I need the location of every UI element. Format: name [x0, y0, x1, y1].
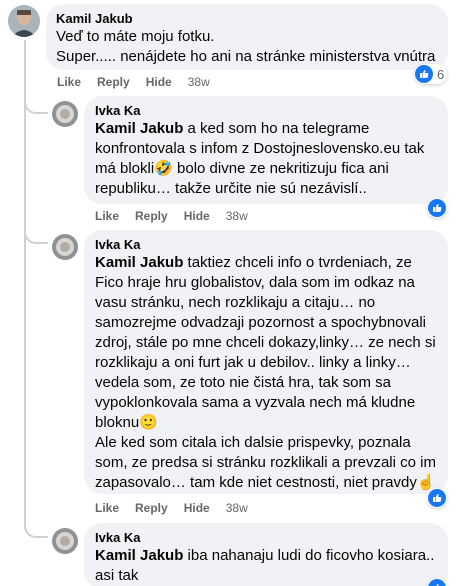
avatar[interactable] — [52, 234, 78, 260]
comment-actions: Like Reply Hide 38w — [95, 501, 264, 515]
like-button[interactable]: Like — [95, 501, 119, 515]
comment-actions: Like Reply Hide 38w — [95, 209, 264, 223]
comment-text: Kamil Jakub a ked som ho na telegrame ko… — [95, 120, 429, 197]
comment-bubble: Ivka Ka Kamil Jakub a ked som ho na tele… — [84, 96, 448, 204]
mention-link[interactable]: Kamil Jakub — [95, 547, 183, 564]
comment-actions: Like Reply Hide 38w — [57, 75, 226, 89]
thread-line — [24, 40, 26, 520]
comment-text: Veď to máte moju fotku. — [56, 28, 215, 45]
like-reaction-icon — [428, 579, 446, 586]
avatar[interactable] — [8, 5, 40, 37]
comment-bubble: Kamil Jakub Veď to máte moju fotku. Supe… — [46, 4, 448, 70]
comment-text: Kamil Jakub taktiez chceli info o tvrden… — [95, 254, 436, 491]
timestamp[interactable]: 38w — [188, 75, 210, 89]
thread-branch — [24, 92, 48, 114]
comment-bubble: Ivka Ka Kamil Jakub taktiez chceli info … — [84, 230, 448, 494]
like-button[interactable]: Like — [95, 209, 119, 223]
like-reaction-icon — [428, 489, 446, 507]
reaction-summary[interactable] — [427, 488, 447, 508]
thread-branch — [24, 516, 48, 538]
like-reaction-icon — [428, 199, 446, 217]
reaction-summary[interactable]: 6 — [414, 64, 448, 84]
reaction-count: 6 — [437, 66, 445, 82]
comment-text: Super..... nenájdete ho ani na stránke m… — [56, 48, 436, 65]
avatar[interactable] — [52, 528, 78, 554]
hide-button[interactable]: Hide — [184, 209, 210, 223]
hide-button[interactable]: Hide — [146, 75, 172, 89]
comment-text: Kamil Jakub iba nahanaju ludi do ficovho… — [95, 547, 435, 584]
thread-branch — [24, 222, 48, 244]
timestamp[interactable]: 38w — [226, 209, 248, 223]
hide-button[interactable]: Hide — [184, 501, 210, 515]
avatar[interactable] — [52, 101, 78, 127]
comment-bubble: Ivka Ka Kamil Jakub iba nahanaju ludi do… — [84, 523, 448, 586]
reply-button[interactable]: Reply — [135, 501, 168, 515]
mention-link[interactable]: Kamil Jakub — [95, 120, 183, 137]
reply-button[interactable]: Reply — [97, 75, 130, 89]
mention-link[interactable]: Kamil Jakub — [95, 254, 183, 271]
comment-author[interactable]: Ivka Ka — [95, 237, 437, 253]
comment-author[interactable]: Kamil Jakub — [56, 11, 438, 27]
like-button[interactable]: Like — [57, 75, 81, 89]
reaction-summary[interactable] — [427, 198, 447, 218]
reply-button[interactable]: Reply — [135, 209, 168, 223]
like-reaction-icon — [415, 65, 433, 83]
comment-author[interactable]: Ivka Ka — [95, 103, 437, 119]
timestamp[interactable]: 38w — [226, 501, 248, 515]
comment-author[interactable]: Ivka Ka — [95, 530, 437, 546]
